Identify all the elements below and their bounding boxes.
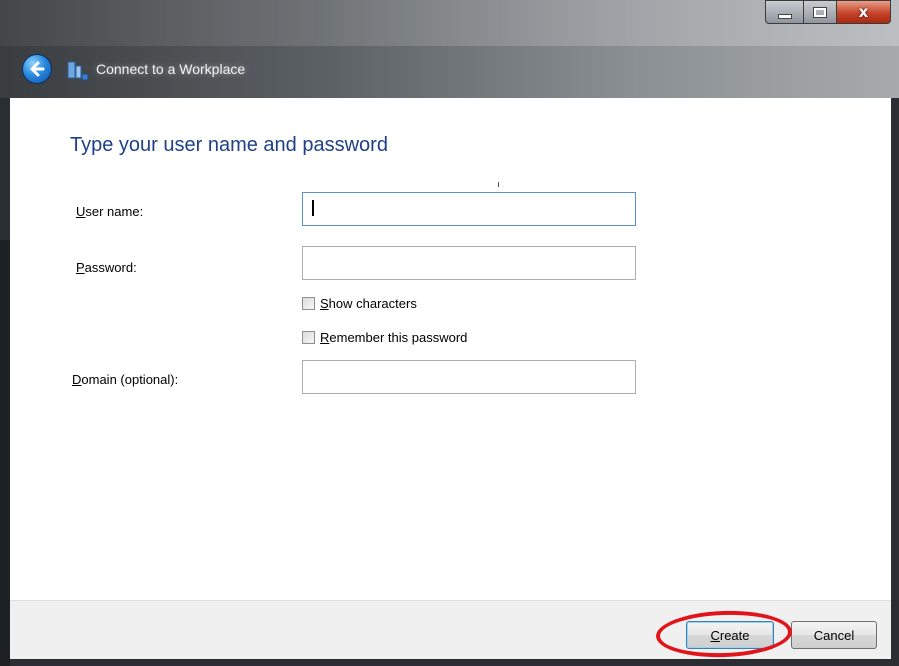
network-workplace-icon (67, 61, 89, 81)
show-characters-checkbox[interactable] (302, 297, 315, 310)
username-label: User name: (76, 204, 144, 219)
divider-tick (498, 182, 499, 187)
show-characters-row[interactable]: Show characters (302, 296, 417, 311)
back-button[interactable] (22, 54, 52, 84)
minimize-button[interactable] (765, 0, 803, 24)
minimize-icon (777, 13, 792, 19)
cancel-button[interactable]: Cancel (791, 621, 877, 649)
username-input[interactable] (302, 192, 636, 226)
domain-label: Domain (optional): (72, 372, 179, 387)
maximize-button[interactable] (803, 0, 837, 24)
back-arrow-icon (30, 61, 45, 77)
domain-input[interactable] (302, 360, 636, 394)
text-caret (312, 200, 314, 216)
remember-password-checkbox[interactable] (302, 331, 315, 344)
connect-workplace-window: x Connect to a Workplace Type your user … (0, 0, 899, 666)
window-title: Connect to a Workplace (96, 61, 246, 77)
close-button[interactable]: x (837, 0, 891, 24)
password-input[interactable] (302, 246, 636, 280)
left-window-edge (0, 240, 10, 666)
content-panel: Type your user name and password User na… (10, 98, 891, 600)
remember-password-label[interactable]: Remember this password (320, 330, 467, 345)
window-controls: x (765, 0, 891, 24)
title-bar: x Connect to a Workplace (0, 0, 899, 98)
maximize-icon (813, 6, 827, 18)
close-icon: x (858, 3, 869, 21)
remember-password-row[interactable]: Remember this password (302, 330, 467, 345)
show-characters-label[interactable]: Show characters (320, 296, 417, 311)
password-label: Password: (76, 260, 137, 275)
page-heading: Type your user name and password (70, 134, 388, 156)
